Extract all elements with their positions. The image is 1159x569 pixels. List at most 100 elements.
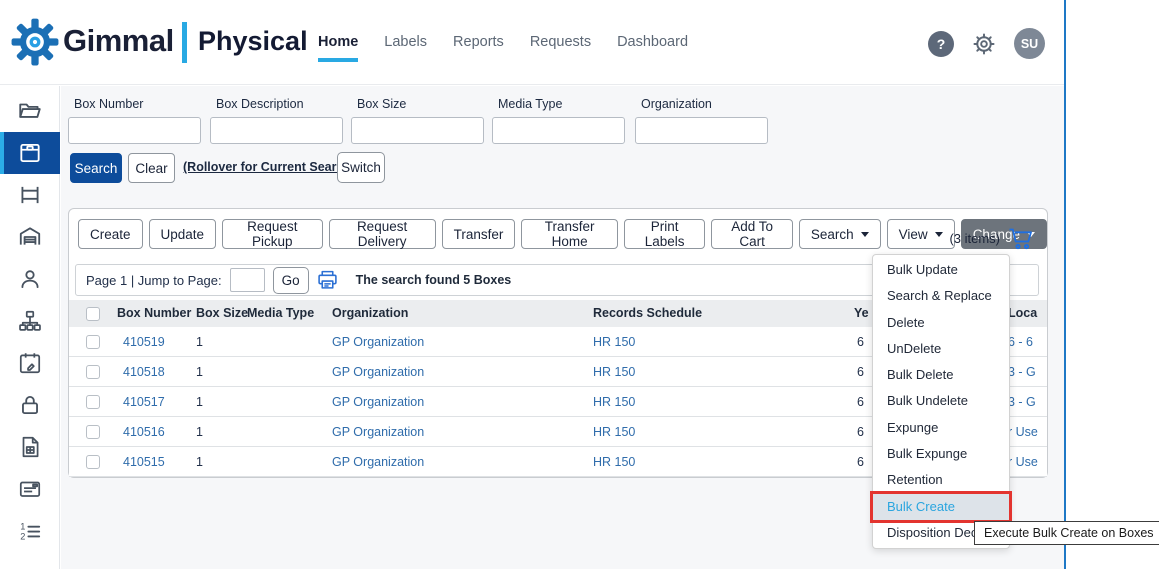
records-schedule-link[interactable]: HR 150 xyxy=(593,327,635,356)
nav-dashboard[interactable]: Dashboard xyxy=(617,34,688,64)
transfer-button[interactable]: Transfer xyxy=(442,219,516,249)
nav-home[interactable]: Home xyxy=(318,34,358,64)
col-header-records-schedule: Records Schedule xyxy=(593,300,702,327)
help-icon[interactable]: ? xyxy=(928,31,954,57)
search-result-summary: The search found 5 Boxes xyxy=(356,273,512,287)
shelf-rack-icon xyxy=(17,182,43,208)
sidebar-item-forms[interactable] xyxy=(0,468,60,510)
col-header-box-number: Box Number xyxy=(117,300,191,327)
box-size-cell: 1 xyxy=(196,327,203,356)
menu-item-bulk-create[interactable]: Bulk Create xyxy=(873,494,1009,520)
row-checkbox[interactable] xyxy=(86,395,100,409)
create-button[interactable]: Create xyxy=(78,219,143,249)
menu-item-expunge[interactable]: Expunge xyxy=(873,415,1009,441)
view-dropdown-button[interactable]: View xyxy=(887,219,955,249)
cart-items-count: (3 items) xyxy=(949,231,1000,246)
row-checkbox[interactable] xyxy=(86,455,100,469)
change-dropdown-menu: Bulk Update Search & Replace Delete UnDe… xyxy=(872,254,1010,549)
user-avatar[interactable]: SU xyxy=(1014,28,1045,59)
records-schedule-link[interactable]: HR 150 xyxy=(593,387,635,416)
box-number-link[interactable]: 410518 xyxy=(123,357,165,386)
box-number-input[interactable] xyxy=(68,117,201,144)
box-size-cell: 1 xyxy=(196,417,203,446)
box-number-label: Box Number xyxy=(68,97,201,111)
sidebar-item-security[interactable] xyxy=(0,384,60,426)
sidebar-item-numbered-list[interactable]: 12 xyxy=(0,510,60,552)
sidebar-item-schedule[interactable] xyxy=(0,342,60,384)
records-schedule-link[interactable]: HR 150 xyxy=(593,447,635,476)
org-chart-icon xyxy=(17,308,43,334)
search-dropdown-label: Search xyxy=(811,227,854,242)
go-button[interactable]: Go xyxy=(273,267,309,294)
nav-requests[interactable]: Requests xyxy=(530,34,591,64)
search-button[interactable]: Search xyxy=(70,153,122,183)
organization-input[interactable] xyxy=(635,117,768,144)
box-number-link[interactable]: 410515 xyxy=(123,447,165,476)
box-number-link[interactable]: 410519 xyxy=(123,327,165,356)
jump-to-page-input[interactable] xyxy=(230,268,265,292)
records-schedule-link[interactable]: HR 150 xyxy=(593,357,635,386)
box-description-input[interactable] xyxy=(210,117,343,144)
transfer-home-button[interactable]: Transfer Home xyxy=(521,219,617,249)
caret-down-icon xyxy=(935,232,943,237)
media-type-input[interactable] xyxy=(492,117,625,144)
location-link[interactable]: 3 - G xyxy=(1008,357,1036,386)
sidebar-item-folders[interactable] xyxy=(0,90,60,132)
rollover-current-search-link[interactable]: (Rollover for Current Search) xyxy=(183,160,355,174)
location-link[interactable]: r Use xyxy=(1008,447,1038,476)
search-dropdown-button[interactable]: Search xyxy=(799,219,881,249)
box-number-link[interactable]: 410517 xyxy=(123,387,165,416)
sidebar-item-invoices[interactable] xyxy=(0,426,60,468)
organization-link[interactable]: GP Organization xyxy=(332,327,424,356)
sidebar-item-org-chart[interactable] xyxy=(0,300,60,342)
location-link[interactable]: 3 - G xyxy=(1008,387,1036,416)
organization-link[interactable]: GP Organization xyxy=(332,357,424,386)
organization-label: Organization xyxy=(635,97,768,111)
main-nav: Home Labels Reports Requests Dashboard xyxy=(318,34,688,64)
settings-gear-icon[interactable] xyxy=(971,31,997,57)
request-delivery-button[interactable]: Request Delivery xyxy=(329,219,436,249)
row-checkbox[interactable] xyxy=(86,335,100,349)
clear-button[interactable]: Clear xyxy=(128,153,175,183)
caret-down-icon xyxy=(861,232,869,237)
add-to-cart-button[interactable]: Add To Cart xyxy=(711,219,792,249)
sidebar-item-boxes[interactable] xyxy=(0,132,60,174)
top-header: Gimmal Physical Home Labels Reports Requ… xyxy=(0,0,1064,85)
sidebar-item-shelves[interactable] xyxy=(0,174,60,216)
location-link[interactable]: r Use xyxy=(1008,417,1038,446)
select-all-checkbox[interactable] xyxy=(86,307,100,321)
row-checkbox[interactable] xyxy=(86,365,100,379)
organization-link[interactable]: GP Organization xyxy=(332,447,424,476)
sidebar-item-users[interactable] xyxy=(0,258,60,300)
update-button[interactable]: Update xyxy=(149,219,217,249)
organization-link[interactable]: GP Organization xyxy=(332,387,424,416)
print-labels-button[interactable]: Print Labels xyxy=(624,219,706,249)
sidebar-item-warehouse[interactable] xyxy=(0,216,60,258)
svg-text:1: 1 xyxy=(20,521,25,531)
page-jump-label: Page 1 | Jump to Page: xyxy=(86,273,222,288)
field-organization: Organization xyxy=(635,97,768,144)
switch-button[interactable]: Switch xyxy=(337,152,385,183)
menu-item-delete[interactable]: Delete xyxy=(873,310,1009,336)
organization-link[interactable]: GP Organization xyxy=(332,417,424,446)
menu-item-retention[interactable]: Retention xyxy=(873,467,1009,493)
records-schedule-link[interactable]: HR 150 xyxy=(593,417,635,446)
row-checkbox[interactable] xyxy=(86,425,100,439)
printer-icon[interactable] xyxy=(317,270,338,290)
box-size-label: Box Size xyxy=(351,97,484,111)
brand-name: Gimmal xyxy=(63,23,174,59)
menu-item-bulk-expunge[interactable]: Bulk Expunge xyxy=(873,441,1009,467)
nav-labels[interactable]: Labels xyxy=(384,34,427,64)
box-number-link[interactable]: 410516 xyxy=(123,417,165,446)
location-link[interactable]: 6 - 6 xyxy=(1008,327,1033,356)
box-size-input[interactable] xyxy=(351,117,484,144)
col-header-box-size: Box Size xyxy=(196,300,248,327)
shopping-cart-icon[interactable] xyxy=(1007,225,1035,251)
menu-item-bulk-undelete[interactable]: Bulk Undelete xyxy=(873,388,1009,414)
nav-reports[interactable]: Reports xyxy=(453,34,504,64)
menu-item-search-replace[interactable]: Search & Replace xyxy=(873,283,1009,309)
menu-item-bulk-delete[interactable]: Bulk Delete xyxy=(873,362,1009,388)
menu-item-undelete[interactable]: UnDelete xyxy=(873,336,1009,362)
request-pickup-button[interactable]: Request Pickup xyxy=(222,219,322,249)
menu-item-bulk-update[interactable]: Bulk Update xyxy=(873,257,1009,283)
